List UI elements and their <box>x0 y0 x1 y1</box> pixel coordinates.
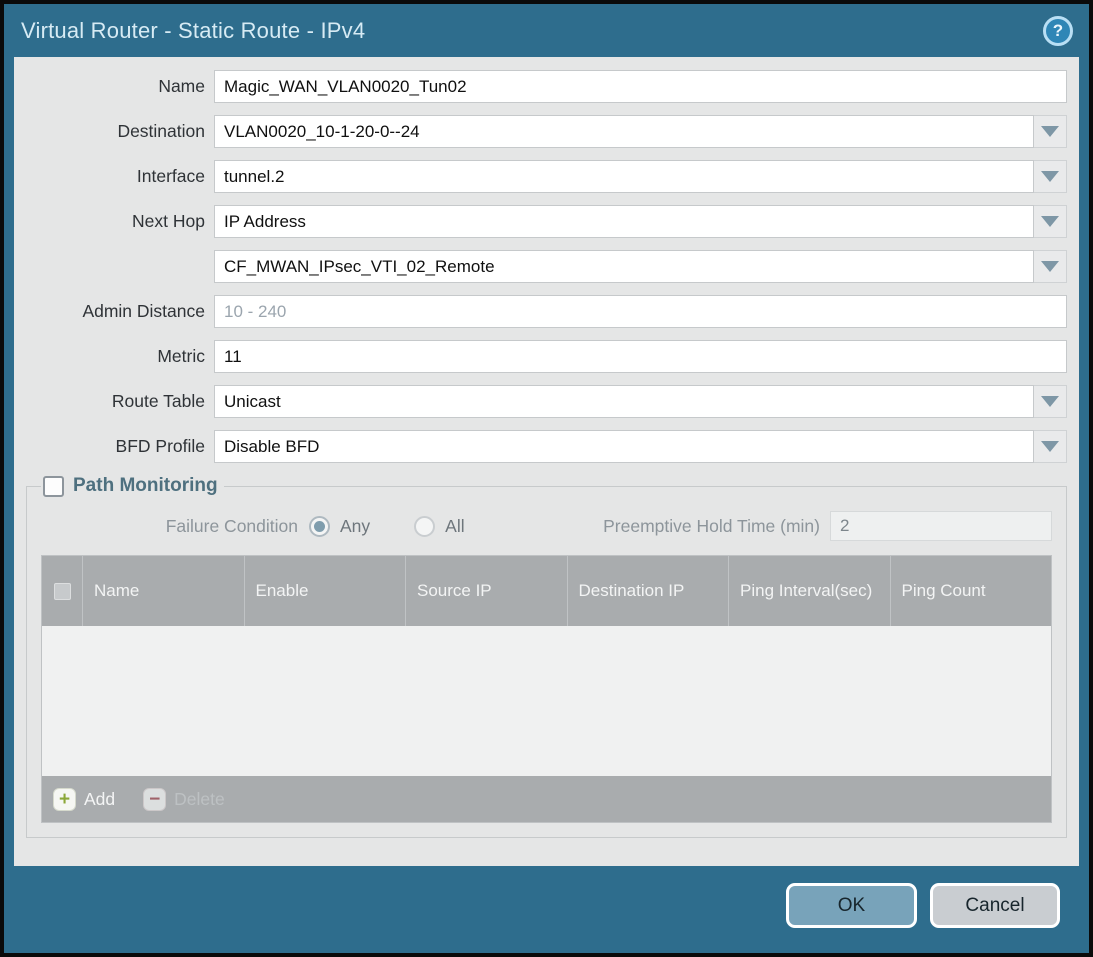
path-monitoring-legend: Path Monitoring <box>41 475 224 497</box>
destination-label: Destination <box>26 121 214 142</box>
failure-condition-radio-any[interactable] <box>309 516 330 537</box>
failure-condition-row: Failure Condition Any All Preemptive Hol… <box>41 510 1052 542</box>
next-hop-label: Next Hop <box>26 211 214 232</box>
form-row-interface: Interface <box>26 160 1067 193</box>
next-hop-address-input[interactable] <box>214 250 1034 283</box>
next-hop-address-dropdown-button[interactable] <box>1034 250 1067 283</box>
radio-any-label: Any <box>340 516 370 537</box>
form-row-next-hop: Next Hop <box>26 205 1067 238</box>
path-monitoring-table: Name Enable Source IP Destination IP Pin… <box>41 555 1052 823</box>
metric-label: Metric <box>26 346 214 367</box>
chevron-down-icon <box>1041 396 1059 407</box>
cancel-button[interactable]: Cancel <box>930 883 1060 928</box>
table-toolbar: + Add − Delete <box>42 776 1051 822</box>
failure-condition-label: Failure Condition <box>41 516 309 537</box>
chevron-down-icon <box>1041 261 1059 272</box>
bfd-profile-input[interactable] <box>214 430 1034 463</box>
page-title: Virtual Router - Static Route - IPv4 <box>21 18 365 44</box>
chevron-down-icon <box>1041 216 1059 227</box>
bfd-profile-label: BFD Profile <box>26 436 214 457</box>
destination-input[interactable] <box>214 115 1034 148</box>
destination-dropdown-button[interactable] <box>1034 115 1067 148</box>
form-row-destination: Destination <box>26 115 1067 148</box>
minus-icon: − <box>143 788 166 811</box>
form-row-admin-distance: Admin Distance <box>26 295 1067 328</box>
route-table-dropdown-button[interactable] <box>1034 385 1067 418</box>
column-header-source-ip[interactable]: Source IP <box>405 556 567 626</box>
delete-button[interactable]: − Delete <box>143 788 225 811</box>
chevron-down-icon <box>1041 126 1059 137</box>
route-table-label: Route Table <box>26 391 214 412</box>
table-body-empty <box>42 626 1051 776</box>
chevron-down-icon <box>1041 441 1059 452</box>
form-row-bfd-profile: BFD Profile <box>26 430 1067 463</box>
admin-distance-input[interactable] <box>214 295 1067 328</box>
column-header-destination-ip[interactable]: Destination IP <box>567 556 729 626</box>
interface-dropdown-button[interactable] <box>1034 160 1067 193</box>
table-header-checkbox-cell <box>42 556 82 626</box>
column-header-ping-count[interactable]: Ping Count <box>890 556 1052 626</box>
interface-label: Interface <box>26 166 214 187</box>
radio-all-label: All <box>445 516 464 537</box>
path-monitoring-title: Path Monitoring <box>73 475 218 497</box>
form-row-metric: Metric <box>26 340 1067 373</box>
column-header-ping-interval[interactable]: Ping Interval(sec) <box>728 556 890 626</box>
dialog-content: Name Destination Interface Next Hop <box>14 57 1079 866</box>
bfd-profile-dropdown-button[interactable] <box>1034 430 1067 463</box>
route-table-input[interactable] <box>214 385 1034 418</box>
metric-input[interactable] <box>214 340 1067 373</box>
table-header-row: Name Enable Source IP Destination IP Pin… <box>42 556 1051 626</box>
next-hop-type-dropdown-button[interactable] <box>1034 205 1067 238</box>
help-icon[interactable]: ? <box>1043 16 1073 46</box>
admin-distance-label: Admin Distance <box>26 301 214 322</box>
next-hop-type-input[interactable] <box>214 205 1034 238</box>
form-row-route-table: Route Table <box>26 385 1067 418</box>
dialog-footer: OK Cancel <box>4 866 1089 953</box>
chevron-down-icon <box>1041 171 1059 182</box>
name-input[interactable] <box>214 70 1067 103</box>
form-row-name: Name <box>26 70 1067 103</box>
path-monitoring-checkbox[interactable] <box>43 476 64 497</box>
column-header-enable[interactable]: Enable <box>244 556 406 626</box>
interface-input[interactable] <box>214 160 1034 193</box>
title-bar: Virtual Router - Static Route - IPv4 ? <box>4 4 1089 57</box>
column-header-name[interactable]: Name <box>82 556 244 626</box>
name-label: Name <box>26 76 214 97</box>
add-button[interactable]: + Add <box>53 788 115 811</box>
select-all-checkbox[interactable] <box>54 583 71 600</box>
path-monitoring-section: Path Monitoring Failure Condition Any Al… <box>26 475 1067 838</box>
plus-icon: + <box>53 788 76 811</box>
failure-condition-radio-all[interactable] <box>414 516 435 537</box>
form-row-next-hop-address <box>26 250 1067 283</box>
ok-button[interactable]: OK <box>786 883 917 928</box>
static-route-dialog: Virtual Router - Static Route - IPv4 ? N… <box>0 0 1093 957</box>
delete-button-label: Delete <box>174 789 225 810</box>
preemptive-hold-time-input[interactable] <box>830 511 1052 541</box>
preemptive-hold-time-label: Preemptive Hold Time (min) <box>603 516 830 537</box>
add-button-label: Add <box>84 789 115 810</box>
